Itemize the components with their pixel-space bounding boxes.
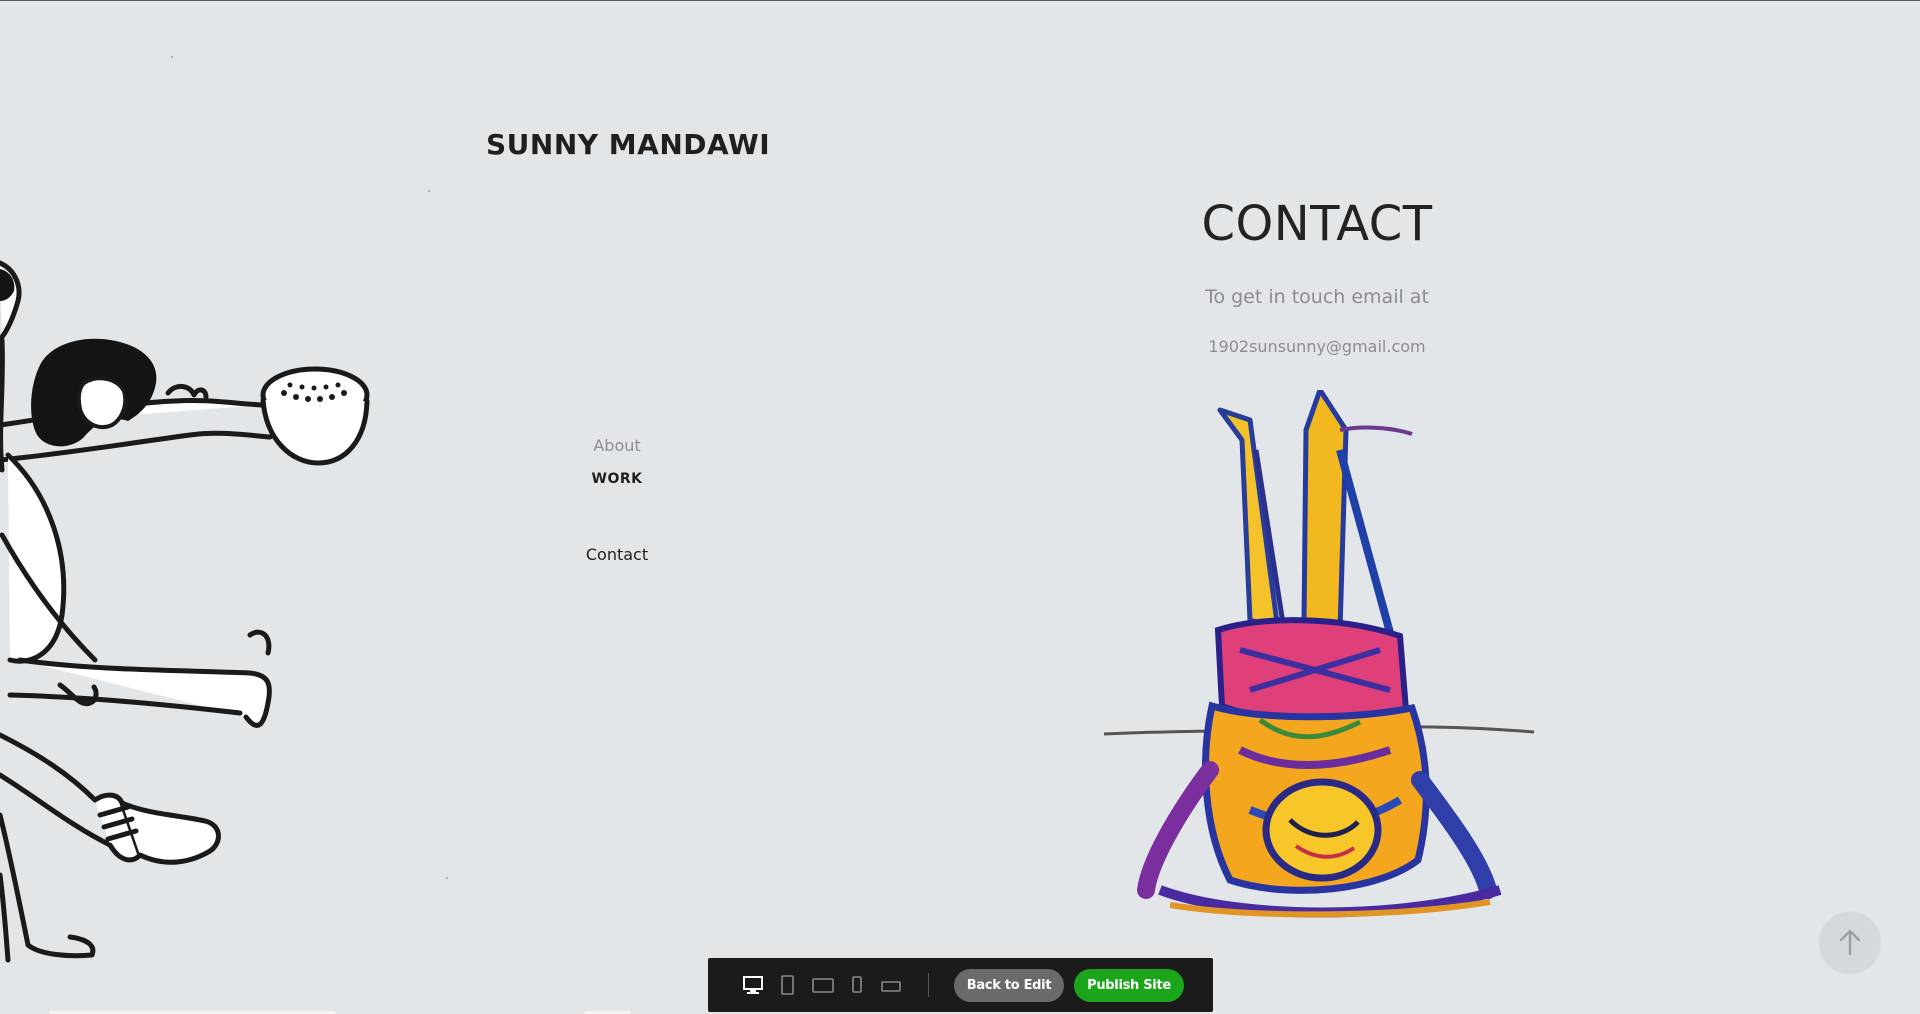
tablet-landscape-icon[interactable] bbox=[812, 975, 834, 995]
back-to-edit-button[interactable]: Back to Edit bbox=[954, 969, 1064, 1002]
nav-link-contact[interactable]: Contact bbox=[520, 545, 714, 564]
nav-link-about[interactable]: About bbox=[520, 436, 714, 455]
scroll-to-top-button[interactable] bbox=[1820, 912, 1880, 972]
mobile-portrait-icon[interactable] bbox=[846, 975, 868, 995]
contact-email[interactable]: 1902sunsunny@gmail.com bbox=[1060, 337, 1574, 356]
contact-heading: CONTACT bbox=[1201, 196, 1433, 252]
editor-toolbar: Back to Edit Publish Site bbox=[708, 958, 1213, 1012]
dust-speck bbox=[428, 190, 430, 192]
figures-illustration bbox=[0, 260, 370, 963]
mobile-landscape-icon[interactable] bbox=[880, 975, 902, 995]
nav-link-work[interactable]: WORK bbox=[520, 471, 714, 487]
desktop-icon[interactable] bbox=[742, 975, 764, 995]
top-border bbox=[0, 0, 1920, 1]
dust-speck bbox=[446, 877, 448, 879]
site-title[interactable]: SUNNY MANDAWI bbox=[486, 128, 770, 161]
publish-site-button[interactable]: Publish Site bbox=[1074, 969, 1184, 1002]
toolbar-divider bbox=[928, 973, 929, 997]
main-nav: About WORK Contact bbox=[520, 436, 714, 564]
dust-speck bbox=[171, 56, 173, 58]
arrow-up-icon bbox=[1839, 929, 1861, 956]
crayon-figure-artwork bbox=[1103, 390, 1535, 918]
contact-intro: To get in touch email at bbox=[1205, 286, 1429, 308]
tablet-portrait-icon[interactable] bbox=[776, 975, 798, 995]
